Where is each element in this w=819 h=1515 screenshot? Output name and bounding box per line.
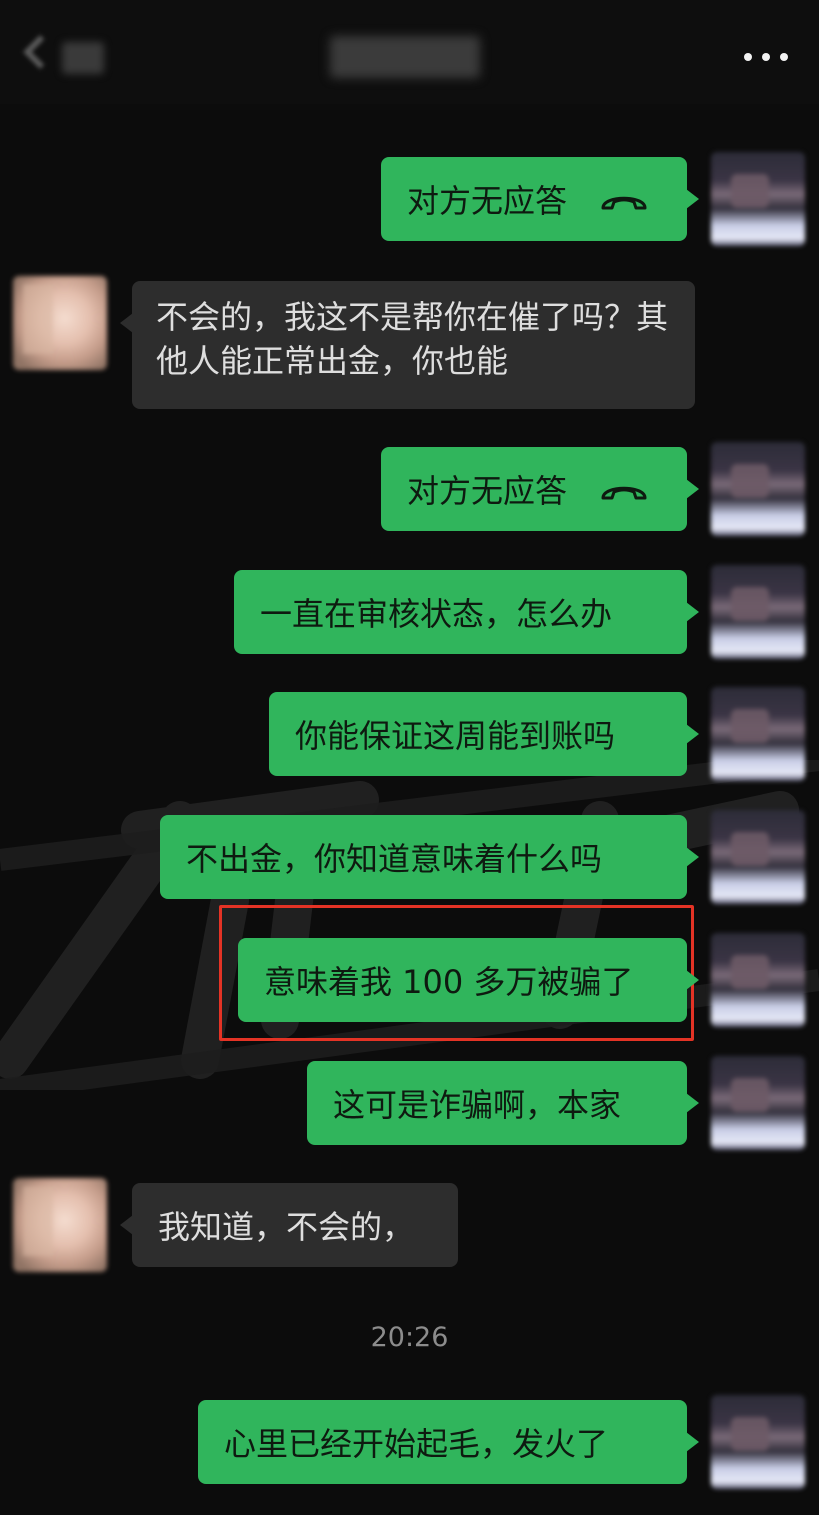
more-dots-icon[interactable]: [744, 50, 788, 64]
avatar-self[interactable]: [711, 442, 805, 536]
message-text: 这可是诈骗啊，本家: [333, 1086, 622, 1124]
hang-up-phone-icon: [601, 196, 647, 210]
avatar-self[interactable]: [711, 152, 805, 246]
message-text: 你能保证这周能到账吗: [295, 717, 616, 755]
avatar-self[interactable]: [711, 810, 805, 904]
avatar-self[interactable]: [711, 565, 805, 659]
avatar-contact[interactable]: [13, 276, 107, 370]
avatar-self[interactable]: [711, 1056, 805, 1150]
message-bubble-received[interactable]: 我知道，不会的，: [120, 1183, 458, 1267]
message-bubble-sent-highlighted[interactable]: 意味着我 100 多万被骗了: [238, 938, 699, 1022]
message-bubble-received[interactable]: 不会的，我这不是帮你在催了吗？其他人能正常出金，你也能: [120, 281, 695, 409]
message-text: 不出金，你知道意味着什么吗: [186, 840, 603, 878]
unread-count-blurred: [62, 42, 104, 74]
message-bubble-sent[interactable]: 对方无应答: [381, 157, 699, 241]
message-text: 我知道，不会的，: [158, 1208, 415, 1246]
message-text: 对方无应答: [407, 472, 568, 510]
message-text: 意味着我 100 多万被骗了: [264, 963, 634, 1001]
message-text: 一直在审核状态，怎么办: [260, 595, 613, 633]
avatar-self[interactable]: [711, 933, 805, 1027]
message-text: 不会的，我这不是帮你在催了吗？其他人能正常出金，你也能: [156, 298, 669, 380]
timestamp: 20:26: [370, 1322, 449, 1353]
message-text: 心里已经开始起毛，发火了: [224, 1425, 609, 1463]
message-bubble-sent[interactable]: 不出金，你知道意味着什么吗: [160, 815, 699, 899]
message-text: 对方无应答: [407, 182, 568, 220]
chat-title-blurred: [330, 36, 480, 78]
message-bubble-sent[interactable]: 对方无应答: [381, 447, 699, 531]
avatar-self[interactable]: [711, 687, 805, 781]
message-bubble-sent[interactable]: 一直在审核状态，怎么办: [234, 570, 699, 654]
message-bubble-sent[interactable]: 你能保证这周能到账吗: [269, 692, 699, 776]
avatar-contact[interactable]: [13, 1178, 107, 1272]
message-bubble-sent[interactable]: 心里已经开始起毛，发火了: [198, 1400, 699, 1484]
message-bubble-sent[interactable]: 这可是诈骗啊，本家: [307, 1061, 699, 1145]
back-button[interactable]: [22, 35, 112, 80]
chat-header: [0, 0, 819, 104]
avatar-self[interactable]: [711, 1395, 805, 1489]
hang-up-phone-icon: [601, 486, 647, 500]
back-chevron-icon: [23, 35, 57, 69]
